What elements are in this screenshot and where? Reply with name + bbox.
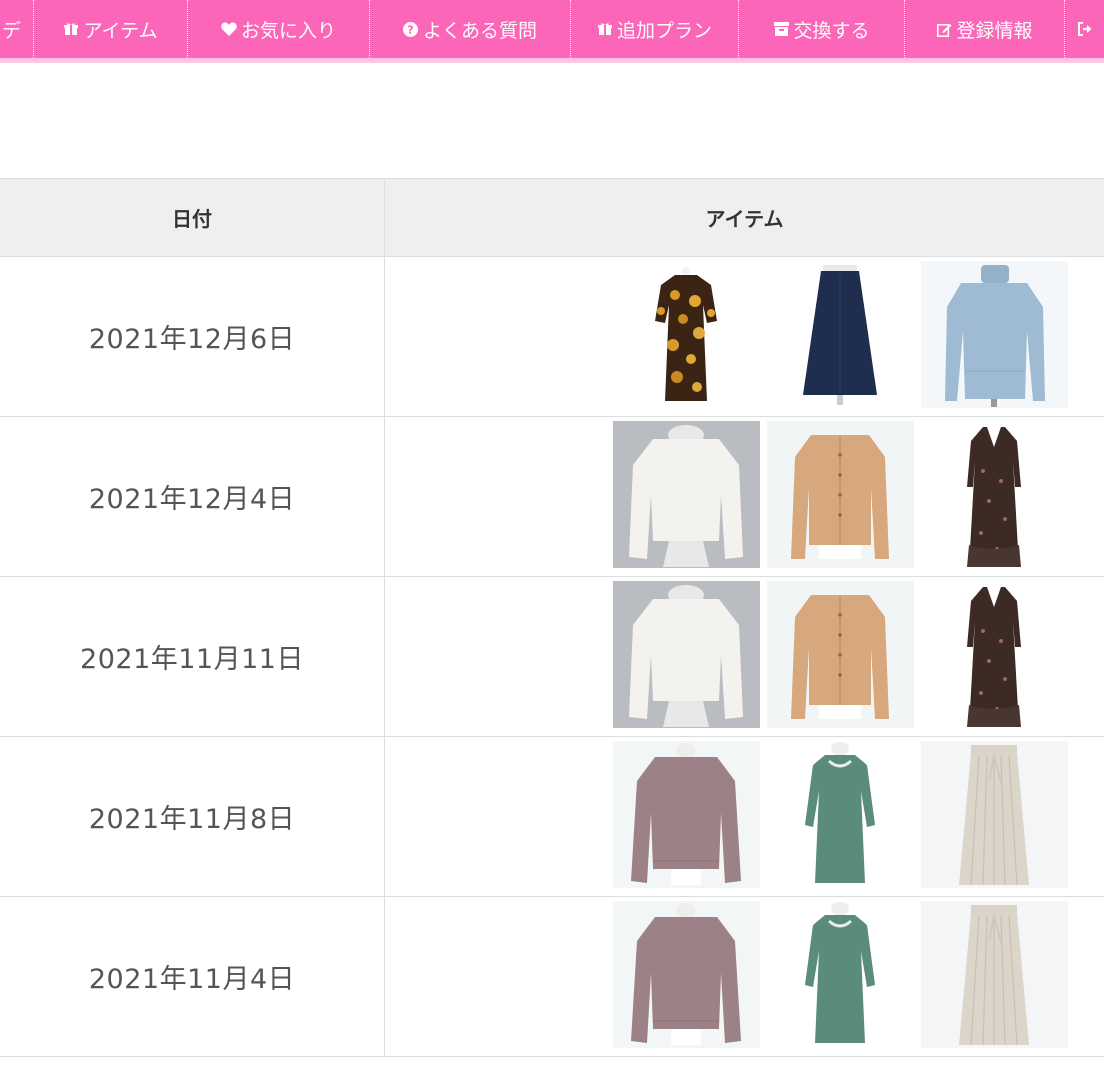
items-cell [385, 417, 1104, 576]
gift-icon [597, 21, 613, 37]
item-thumbnail-beige-pleated-skirt[interactable] [921, 741, 1068, 888]
top-nav: デ アイテム お気に入り ? よくある質問 追加プラン 交換する 登録情報 [0, 0, 1104, 63]
sign-out-icon [1077, 21, 1093, 37]
items-cell [385, 737, 1104, 896]
nav-item-label: デ [2, 19, 22, 42]
svg-text:?: ? [408, 23, 414, 36]
nav-item-items[interactable]: アイテム [34, 0, 188, 58]
date-cell: 2021年12月6日 [0, 257, 385, 416]
nav-item-label: 追加プラン [616, 19, 712, 42]
items-column-header: アイテム [705, 207, 784, 231]
nav-item-logout[interactable] [1065, 0, 1104, 58]
table-row: 2021年11月8日 [0, 737, 1104, 897]
table-row: 2021年11月4日 [0, 897, 1104, 1057]
item-thumbnail-floral-long-dress[interactable] [921, 581, 1068, 728]
item-thumbnail-green-knit-dress[interactable] [767, 901, 914, 1048]
item-thumbnail-floral-long-dress[interactable] [921, 421, 1068, 568]
items-cell [385, 257, 1104, 416]
nav-item-favorites[interactable]: お気に入り [188, 0, 370, 58]
heart-icon [221, 21, 237, 37]
nav-item-registration-info[interactable]: 登録情報 [905, 0, 1065, 58]
items-cell [385, 577, 1104, 736]
date-cell: 2021年11月11日 [0, 577, 385, 736]
item-thumbnail-camel-cardigan[interactable] [767, 421, 914, 568]
nav-item-coordinate[interactable]: デ [0, 0, 34, 58]
date-cell: 2021年12月4日 [0, 417, 385, 576]
nav-item-label: よくある質問 [422, 19, 537, 42]
item-thumbnail-floral-dress[interactable] [613, 261, 760, 408]
date-cell: 2021年11月4日 [0, 897, 385, 1056]
nav-item-label: 交換する [793, 19, 870, 42]
edit-icon [936, 21, 952, 37]
item-thumbnail-beige-pleated-skirt[interactable] [921, 901, 1068, 1048]
item-thumbnail-navy-skirt[interactable] [767, 261, 914, 408]
nav-item-faq[interactable]: ? よくある質問 [370, 0, 571, 58]
item-thumbnail-mauve-sweater[interactable] [613, 741, 760, 888]
gift-icon [63, 21, 79, 37]
table-row: 2021年12月4日 [0, 417, 1104, 577]
item-thumbnail-white-sweater[interactable] [613, 421, 760, 568]
rental-history-table: 日付 アイテム 2021年12月6日 2021年12月4日 2021年11月11… [0, 178, 1104, 1057]
item-thumbnail-light-blue-sweater[interactable] [921, 261, 1068, 408]
nav-item-additional-plan[interactable]: 追加プラン [571, 0, 739, 58]
date-cell: 2021年11月8日 [0, 737, 385, 896]
nav-item-label: 登録情報 [956, 19, 1033, 42]
archive-icon [773, 21, 789, 37]
item-thumbnail-white-sweater[interactable] [613, 581, 760, 728]
table-header-row: 日付 アイテム [0, 179, 1104, 257]
question-icon: ? [403, 21, 419, 37]
nav-item-label: お気に入り [240, 19, 336, 42]
nav-item-exchange[interactable]: 交換する [739, 0, 905, 58]
date-column-header: 日付 [0, 179, 385, 256]
table-row: 2021年12月6日 [0, 257, 1104, 417]
items-cell [385, 897, 1104, 1056]
nav-item-label: アイテム [83, 19, 158, 42]
item-thumbnail-green-knit-dress[interactable] [767, 741, 914, 888]
table-row: 2021年11月11日 [0, 577, 1104, 737]
item-thumbnail-mauve-sweater[interactable] [613, 901, 760, 1048]
item-thumbnail-camel-cardigan[interactable] [767, 581, 914, 728]
